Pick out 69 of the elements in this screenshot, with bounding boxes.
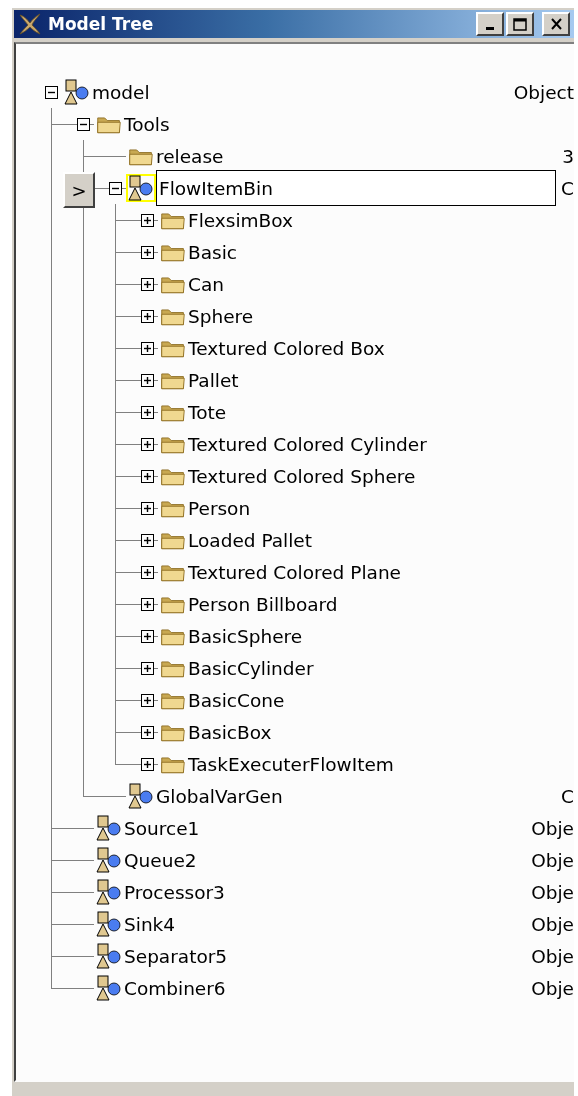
minimize-button[interactable]	[476, 12, 504, 36]
tree-item-label[interactable]: Source1	[124, 817, 200, 839]
close-icon	[549, 18, 563, 30]
tree-item-label[interactable]: Textured Colored Box	[188, 337, 385, 359]
tree-item-label[interactable]: BasicCone	[188, 689, 285, 711]
type-label: Obje	[530, 817, 574, 839]
maximize-button[interactable]	[506, 12, 534, 36]
type-label: Obje	[530, 881, 574, 903]
expand-icon[interactable]	[141, 661, 154, 675]
expand-icon[interactable]	[141, 405, 154, 419]
tree-item-label[interactable]: FlexsimBox	[188, 209, 293, 231]
type-label: C	[560, 177, 574, 199]
tree-item-label[interactable]: Separator5	[124, 945, 228, 967]
expand-icon[interactable]	[141, 757, 154, 771]
tree-item-label[interactable]: Processor3	[124, 881, 225, 903]
tree-item-label[interactable]: model	[92, 81, 150, 103]
expand-icon[interactable]	[141, 309, 154, 323]
tree-item-label[interactable]: Sink4	[124, 913, 176, 935]
minimize-icon	[486, 27, 494, 30]
expand-icon[interactable]	[141, 725, 154, 739]
tree-item-label[interactable]: Tools	[124, 113, 170, 135]
expand-icon[interactable]	[141, 213, 154, 227]
collapse-icon[interactable]	[109, 181, 122, 195]
collapse-icon[interactable]	[45, 85, 58, 99]
tree-item-label[interactable]: Person Billboard	[188, 593, 338, 615]
tree-item-label[interactable]: Sphere	[188, 305, 254, 327]
expand-icon[interactable]	[141, 501, 154, 515]
tree-item-label[interactable]: Basic	[188, 241, 237, 263]
type-label: 3	[561, 145, 574, 167]
tree-item-label[interactable]: Tote	[188, 401, 227, 423]
expand-icon[interactable]	[141, 533, 154, 547]
tree-item-label[interactable]: TaskExecuterFlowItem	[188, 753, 394, 775]
window-title: Model Tree	[48, 14, 155, 34]
expand-icon[interactable]	[141, 597, 154, 611]
tree-item-label[interactable]: GlobalVarGen	[156, 785, 283, 807]
expand-icon[interactable]	[141, 341, 154, 355]
expand-icon[interactable]	[141, 693, 154, 707]
tree-item-label[interactable]: Pallet	[188, 369, 239, 391]
tree-item-label[interactable]: Combiner6	[124, 977, 226, 999]
type-label: Obje	[530, 977, 574, 999]
expand-icon[interactable]	[141, 277, 154, 291]
expand-icon[interactable]	[141, 629, 154, 643]
type-label: Obje	[530, 945, 574, 967]
close-button[interactable]	[542, 12, 570, 36]
tree-item-label[interactable]: Textured Colored Cylinder	[188, 433, 427, 455]
rename-field[interactable]: FlowItemBin	[156, 170, 556, 206]
tree-item-label[interactable]: Loaded Pallet	[188, 529, 312, 551]
tree-item-label[interactable]: Person	[188, 497, 251, 519]
type-label: Obje	[530, 913, 574, 935]
tree-item-label[interactable]: Textured Colored Plane	[188, 561, 401, 583]
tree-item-label[interactable]: Can	[188, 273, 224, 295]
tree-item-label[interactable]: release	[156, 145, 224, 167]
tree-item-label[interactable]: Queue2	[124, 849, 197, 871]
tree-item-label[interactable]: Textured Colored Sphere	[188, 465, 416, 487]
type-label: C	[560, 785, 574, 807]
expand-icon[interactable]	[141, 565, 154, 579]
tree-item-label[interactable]: BasicCylinder	[188, 657, 314, 679]
tree-item-label[interactable]: BasicSphere	[188, 625, 303, 647]
tree-item-label[interactable]: BasicBox	[188, 721, 272, 743]
type-label: Object	[512, 81, 574, 103]
expand-icon[interactable]	[141, 373, 154, 387]
maximize-icon	[513, 17, 527, 31]
side-button[interactable]: >	[63, 172, 95, 208]
expand-icon[interactable]	[141, 437, 154, 451]
expand-icon[interactable]	[141, 245, 154, 259]
collapse-icon[interactable]	[77, 117, 90, 131]
expand-icon[interactable]	[141, 469, 154, 483]
app-logo-icon	[18, 13, 42, 35]
type-label: Obje	[530, 849, 574, 871]
